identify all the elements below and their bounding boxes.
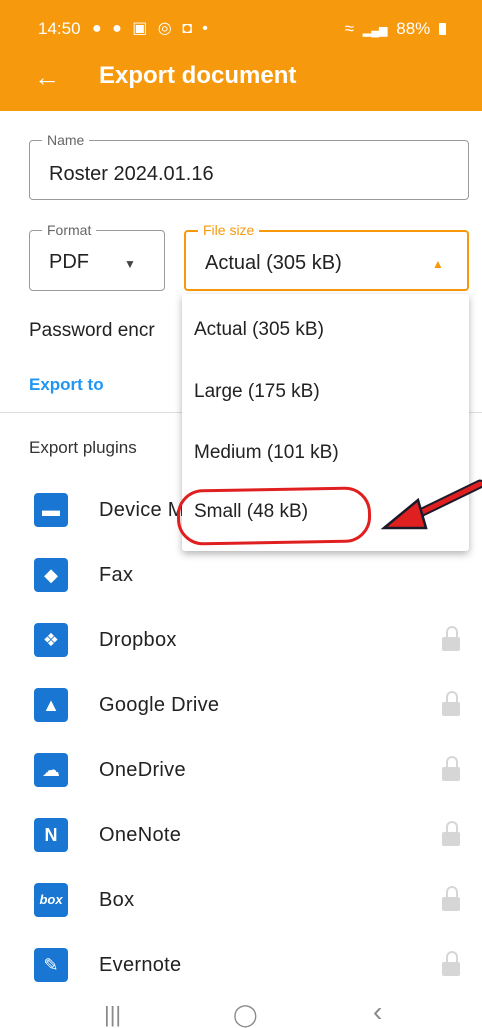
plugin-label: Dropbox [99,629,177,651]
plugin-label: OneDrive [99,759,186,781]
password-encryption-label[interactable]: Password encr [29,320,155,342]
plugin-box[interactable]: box Box [0,883,482,927]
plugin-google-drive[interactable]: ▲ Google Drive [0,688,482,732]
format-select[interactable]: Format PDF ▼ [29,222,165,291]
fax-icon: ◆ [34,558,68,592]
name-field-value: Roster 2024.01.16 [49,163,214,185]
google-drive-icon: ▲ [34,688,68,722]
dropdown-option-actual[interactable]: Actual (305 kB) [194,319,324,341]
folder-icon: ▬ [34,493,68,527]
chevron-down-icon: ▼ [124,257,136,271]
plugin-label: Box [99,889,135,911]
chevron-up-icon: ▲ [432,257,444,271]
app-bar: ← Export document [0,56,482,111]
evernote-icon: ✎ [34,948,68,982]
annotation-arrow-icon [380,479,482,530]
onedrive-icon: ☁ [34,753,68,787]
lock-icon [442,756,462,782]
plugin-label: Fax [99,564,134,586]
dropdown-option-medium[interactable]: Medium (101 kB) [194,442,339,464]
plugin-evernote[interactable]: ✎ Evernote [0,948,482,992]
name-field[interactable]: Name Roster 2024.01.16 [29,132,469,200]
plugin-label: Device M [99,499,185,521]
home-icon[interactable]: ◯ [233,1002,258,1028]
recent-apps-icon[interactable]: ||| [104,1002,121,1028]
lock-icon [442,626,462,652]
lock-icon [442,951,462,977]
format-select-value: PDF [49,251,89,273]
export-to-heading: Export to [29,375,104,394]
system-nav-bar: ||| ◯ ‹ [0,990,482,1027]
plugin-onedrive[interactable]: ☁ OneDrive [0,753,482,797]
plugin-dropbox[interactable]: ❖ Dropbox [0,623,482,667]
lock-icon [442,821,462,847]
status-time: 14:50 [38,19,81,38]
name-field-label: Name [42,132,90,148]
page-title: Export document [99,62,297,89]
export-plugins-heading: Export plugins [29,438,137,457]
plugin-label: Evernote [99,954,182,976]
notification-icons: ● ● ▣ ◎ ◘ • [92,20,211,37]
file-size-select-value: Actual (305 kB) [205,252,342,274]
file-size-select-label: File size [198,222,260,238]
battery-percent: 88% [396,19,431,38]
plugin-label: OneNote [99,824,182,846]
dropbox-icon: ❖ [34,623,68,657]
back-arrow-icon[interactable]: ← [34,62,60,93]
wifi-icon: ≈ [344,19,355,38]
onenote-icon: N [34,818,68,852]
status-right: ≈ ▂▄▆ 88% [341,19,446,39]
dropdown-option-large[interactable]: Large (175 kB) [194,381,320,403]
signal-icon: ▂▄▆ [362,25,388,37]
file-size-select[interactable]: File size Actual (305 kB) ▲ [184,222,469,291]
battery-icon [439,23,446,35]
status-bar: 14:50 ● ● ▣ ◎ ◘ • ≈ ▂▄▆ 88% [0,0,482,56]
annotation-circle [176,486,372,546]
box-icon: box [34,883,68,917]
plugin-fax[interactable]: ◆ Fax [0,558,482,602]
plugin-onenote[interactable]: N OneNote [0,818,482,862]
lock-icon [442,691,462,717]
format-select-label: Format [42,222,97,238]
lock-icon [442,886,462,912]
back-icon[interactable]: ‹ [373,996,382,1028]
plugin-label: Google Drive [99,694,220,716]
